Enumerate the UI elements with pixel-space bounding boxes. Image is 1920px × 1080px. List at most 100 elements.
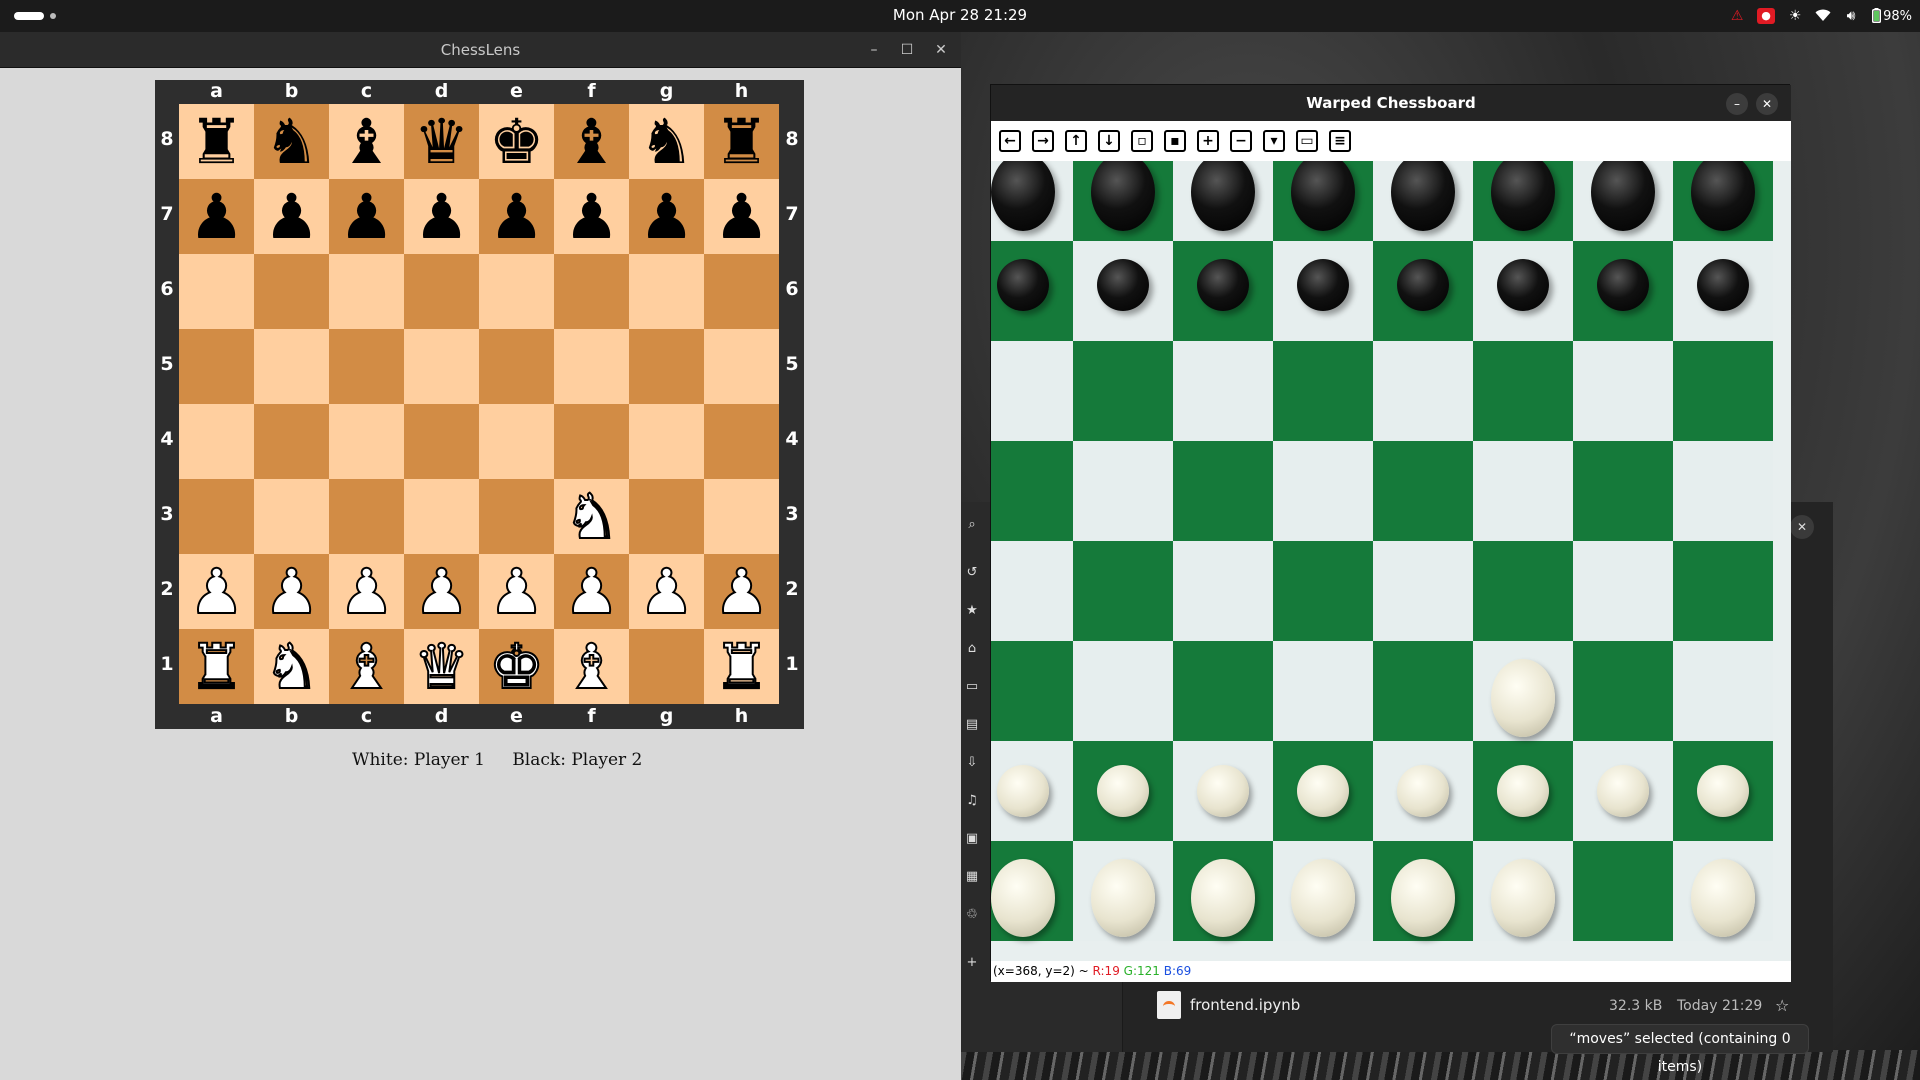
white-pawn-f2[interactable]: ♟: [554, 554, 629, 629]
square-d3[interactable]: [404, 479, 479, 554]
square-d6[interactable]: [404, 254, 479, 329]
warped-board-image[interactable]: [991, 161, 1791, 961]
square-g5[interactable]: [629, 329, 704, 404]
square-a4[interactable]: [179, 404, 254, 479]
white-bishop-f1[interactable]: ♝: [554, 629, 629, 704]
white-queen-d1[interactable]: ♛: [404, 629, 479, 704]
pan-up-icon[interactable]: ↑: [1065, 130, 1087, 152]
black-pawn-b7[interactable]: ♟: [254, 179, 329, 254]
clock[interactable]: Mon Apr 28 21:29: [0, 6, 1920, 24]
desktop-icon[interactable]: ▭: [965, 680, 979, 694]
minimize-button[interactable]: –: [865, 41, 883, 59]
black-bishop-c8[interactable]: ♝: [329, 104, 404, 179]
square-b6[interactable]: [254, 254, 329, 329]
white-pawn-b2[interactable]: ♟: [254, 554, 329, 629]
black-pawn-a7[interactable]: ♟: [179, 179, 254, 254]
black-rook-a8[interactable]: ♜: [179, 104, 254, 179]
close-button[interactable]: ✕: [932, 41, 950, 59]
black-knight-g8[interactable]: ♞: [629, 104, 704, 179]
music-icon[interactable]: ♫: [965, 794, 979, 808]
pan-down-icon[interactable]: ↓: [1098, 130, 1120, 152]
square-f5[interactable]: [554, 329, 629, 404]
square-g3[interactable]: [629, 479, 704, 554]
black-pawn-c7[interactable]: ♟: [329, 179, 404, 254]
black-pawn-h7[interactable]: ♟: [704, 179, 779, 254]
square-e4[interactable]: [479, 404, 554, 479]
black-bishop-f8[interactable]: ♝: [554, 104, 629, 179]
zoom-out-icon[interactable]: −: [1230, 130, 1252, 152]
screen-record-icon[interactable]: ●: [1757, 8, 1776, 24]
white-pawn-h2[interactable]: ♟: [704, 554, 779, 629]
white-bishop-c1[interactable]: ♝: [329, 629, 404, 704]
black-pawn-d7[interactable]: ♟: [404, 179, 479, 254]
square-e6[interactable]: [479, 254, 554, 329]
white-king-e1[interactable]: ♚: [479, 629, 554, 704]
warning-icon[interactable]: ⚠: [1729, 8, 1745, 24]
trash-icon[interactable]: ♲: [965, 908, 979, 922]
downloads-icon[interactable]: ⇩: [965, 756, 979, 770]
white-pawn-e2[interactable]: ♟: [479, 554, 554, 629]
black-pawn-e7[interactable]: ♟: [479, 179, 554, 254]
square-g6[interactable]: [629, 254, 704, 329]
search-icon[interactable]: ⌕: [965, 518, 979, 532]
starred-icon[interactable]: ★: [965, 604, 979, 618]
add-location-icon[interactable]: +: [965, 956, 979, 970]
square-f4[interactable]: [554, 404, 629, 479]
chesslens-titlebar[interactable]: ChessLens – ☐ ✕: [0, 32, 961, 68]
pan-left-icon[interactable]: ←: [999, 130, 1021, 152]
square-b4[interactable]: [254, 404, 329, 479]
square-b3[interactable]: [254, 479, 329, 554]
square-c4[interactable]: [329, 404, 404, 479]
close-button[interactable]: ✕: [1756, 93, 1778, 115]
white-knight-b1[interactable]: ♞: [254, 629, 329, 704]
square-h3[interactable]: [704, 479, 779, 554]
zoom-in-icon[interactable]: +: [1197, 130, 1219, 152]
square-a6[interactable]: [179, 254, 254, 329]
square-e3[interactable]: [479, 479, 554, 554]
white-pawn-a2[interactable]: ♟: [179, 554, 254, 629]
pan-right-icon[interactable]: →: [1032, 130, 1054, 152]
square-d5[interactable]: [404, 329, 479, 404]
square-f6[interactable]: [554, 254, 629, 329]
square-a5[interactable]: [179, 329, 254, 404]
zoom-original-icon[interactable]: ▪: [1164, 130, 1186, 152]
square-c6[interactable]: [329, 254, 404, 329]
volume-icon[interactable]: 🔊︎: [1843, 8, 1859, 24]
white-pawn-c2[interactable]: ♟: [329, 554, 404, 629]
documents-icon[interactable]: ▤: [965, 718, 979, 732]
square-e5[interactable]: [479, 329, 554, 404]
star-icon[interactable]: ☆: [1775, 996, 1789, 1015]
square-b5[interactable]: [254, 329, 329, 404]
recent-icon[interactable]: ↺: [965, 566, 979, 580]
white-rook-h1[interactable]: ♜: [704, 629, 779, 704]
brightness-icon[interactable]: ☀: [1787, 8, 1803, 24]
square-d4[interactable]: [404, 404, 479, 479]
maximize-button[interactable]: ☐: [898, 41, 916, 59]
square-c5[interactable]: [329, 329, 404, 404]
square-g1[interactable]: [629, 629, 704, 704]
warped-titlebar[interactable]: Warped Chessboard – ✕: [991, 85, 1791, 121]
square-h5[interactable]: [704, 329, 779, 404]
square-h4[interactable]: [704, 404, 779, 479]
white-pawn-d2[interactable]: ♟: [404, 554, 479, 629]
black-rook-h8[interactable]: ♜: [704, 104, 779, 179]
videos-icon[interactable]: ▦: [965, 870, 979, 884]
square-a3[interactable]: [179, 479, 254, 554]
square-g4[interactable]: [629, 404, 704, 479]
close-search-icon[interactable]: ✕: [1790, 515, 1814, 539]
black-knight-b8[interactable]: ♞: [254, 104, 329, 179]
minimize-button[interactable]: –: [1726, 93, 1748, 115]
white-knight-f3[interactable]: ♞: [554, 479, 629, 554]
copy-clipboard-icon[interactable]: ▭: [1296, 130, 1318, 152]
battery-status[interactable]: 98%: [1871, 8, 1912, 24]
zoom-fit-icon[interactable]: ▫: [1131, 130, 1153, 152]
black-pawn-f7[interactable]: ♟: [554, 179, 629, 254]
board-squares[interactable]: ♜ ♞ ♝ ♛ ♚ ♝ ♞ ♜ ♟ ♟ ♟ ♟ ♟ ♟ ♟ ♟ ♞ ♟ ♟ ♟ ♟ ♟ ♟ ♟ ♟ ♜ ♞ ♝ ♛ ♚ ♝ ♜: [179, 104, 779, 704]
wifi-icon[interactable]: [1815, 8, 1831, 24]
white-rook-a1[interactable]: ♜: [179, 629, 254, 704]
white-pawn-g2[interactable]: ♟: [629, 554, 704, 629]
black-king-e8[interactable]: ♚: [479, 104, 554, 179]
system-tray[interactable]: ⚠ ● ☀ 🔊︎ 98%: [1729, 0, 1912, 32]
home-icon[interactable]: ⌂: [965, 642, 979, 656]
pictures-icon[interactable]: ▣: [965, 832, 979, 846]
